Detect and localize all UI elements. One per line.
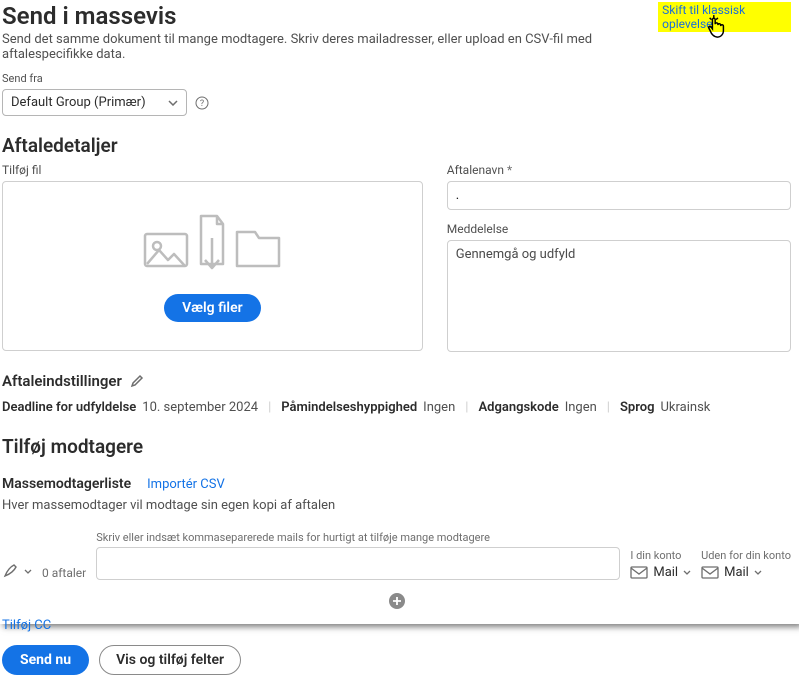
agreement-name-input[interactable] (447, 181, 791, 210)
classic-link-text: Skift til klassisk oplevelse (662, 3, 745, 31)
edit-settings-icon[interactable] (130, 374, 144, 388)
message-label: Meddelelse (447, 222, 791, 236)
page-subtitle: Send det samme dokument til mange modtag… (2, 32, 658, 62)
bulk-description: Hver massemodtager vil modtage sin egen … (2, 498, 791, 513)
signer-role-icon[interactable] (2, 562, 32, 580)
send-from-value: Default Group (Primær) (11, 95, 146, 110)
message-textarea[interactable] (447, 240, 791, 352)
agreement-name-label: Aftalenavn (447, 163, 791, 177)
settings-heading: Aftaleindstillinger (2, 372, 122, 390)
preview-button[interactable]: Vis og tilføj felter (99, 645, 241, 675)
send-from-select[interactable]: Default Group (Primær) (2, 89, 187, 116)
upload-label: Tilføj fil (2, 163, 423, 177)
add-cc-link[interactable]: Tilføj CC (2, 618, 51, 633)
outside-account-label: Uden for din konto (701, 549, 791, 562)
send-from-label: Send fra (2, 72, 791, 85)
classic-experience-link[interactable]: Skift til klassisk oplevelse (658, 2, 791, 32)
add-recipient-icon[interactable] (388, 592, 406, 610)
outside-account-method[interactable]: Mail (701, 565, 791, 580)
bulk-label: Massemodtagerliste (2, 476, 131, 492)
send-button[interactable]: Send nu (2, 645, 89, 675)
recipients-heading: Tilføj modtagere (2, 435, 791, 458)
help-icon[interactable]: ? (195, 96, 209, 110)
recipients-input[interactable] (96, 547, 620, 580)
cursor-icon (706, 14, 728, 36)
chevron-down-icon (168, 100, 178, 106)
agreement-count: 0 aftaler (42, 566, 86, 580)
in-account-label: I din konto (630, 549, 691, 562)
file-dropzone[interactable]: Vælg filer (2, 181, 423, 351)
choose-files-button[interactable]: Vælg filer (164, 294, 261, 322)
recipients-input-label: Skriv eller indsæt kommaseparerede mails… (96, 531, 620, 544)
in-account-method[interactable]: Mail (630, 565, 691, 580)
settings-summary: Deadline for udfyldelse10. september 202… (2, 400, 791, 415)
import-csv-link[interactable]: Importér CSV (147, 477, 225, 492)
page-title: Send i massevis (2, 2, 658, 30)
upload-illustration-icon (137, 210, 287, 280)
svg-text:?: ? (200, 99, 204, 109)
details-heading: Aftaledetaljer (2, 134, 791, 157)
